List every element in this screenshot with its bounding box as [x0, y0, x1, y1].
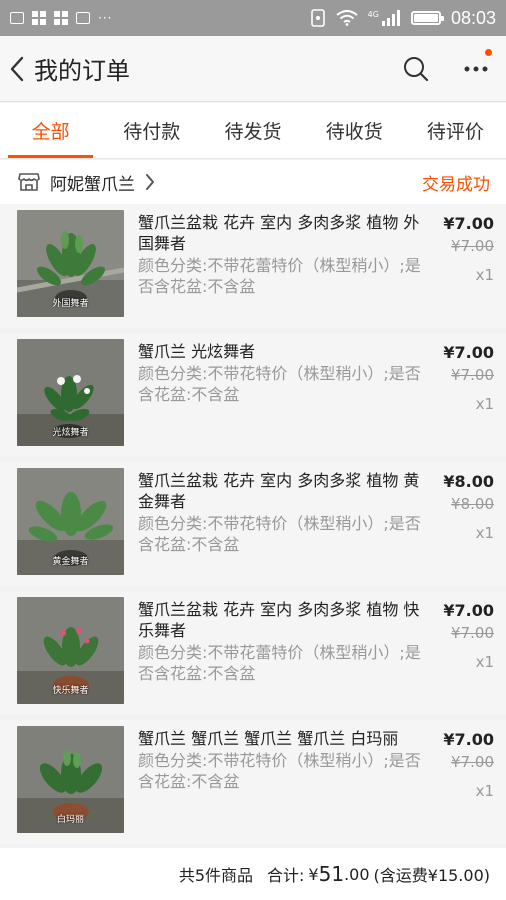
total-decimal: .00 — [344, 864, 370, 884]
product-quantity: x1 — [475, 782, 494, 800]
product-price: ¥8.00 — [443, 472, 494, 491]
product-thumbnail[interactable]: 黄金舞者 — [17, 468, 124, 575]
order-item[interactable]: 白玛丽 蟹爪兰 蟹爪兰 蟹爪兰 蟹爪兰 白玛丽 颜色分类:不带花特价（株型稍小）… — [0, 720, 506, 844]
vibrate-icon — [310, 9, 325, 27]
product-price: ¥7.00 — [443, 343, 494, 362]
product-title[interactable]: 蟹爪兰盆栽 花卉 室内 多肉多浆 植物 黄金舞者 — [138, 470, 422, 512]
thumbnail-caption: 黄金舞者 — [52, 557, 89, 567]
tab-pending-payment[interactable]: 待付款 — [101, 103, 202, 158]
product-sku: 颜色分类:不带花特价（株型稍小）;是否含花盆:不含盆 — [138, 751, 421, 791]
tab-all[interactable]: 全部 — [0, 103, 101, 158]
tab-pending-review[interactable]: 待评价 — [405, 103, 506, 158]
item-count: 共5件商品 — [178, 866, 254, 885]
more-notifications-indicator: ··· — [98, 11, 113, 25]
original-price: ¥7.00 — [451, 237, 494, 255]
thumbnail-caption: 白玛丽 — [56, 815, 84, 825]
shipping-fee: (含运费¥15.00) — [373, 866, 490, 885]
notification-dot — [485, 48, 492, 56]
original-price: ¥7.00 — [451, 366, 494, 384]
product-thumbnail[interactable]: 白玛丽 — [17, 726, 124, 833]
thumbnail-caption: 光炫舞者 — [52, 428, 89, 438]
order-item[interactable]: 黄金舞者 蟹爪兰盆栽 花卉 室内 多肉多浆 植物 黄金舞者 颜色分类:不带花特价… — [0, 462, 506, 586]
order-status: 交易成功 — [422, 174, 490, 195]
product-sku: 颜色分类:不带花蕾特价（株型稍小）;是否含花盆:不含盆 — [138, 643, 421, 683]
shop-name[interactable]: 阿妮蟹爪兰 — [50, 170, 135, 195]
battery-icon — [410, 11, 444, 25]
order-item[interactable]: 快乐舞者 蟹爪兰盆栽 花卉 室内 多肉多浆 植物 快乐舞者 颜色分类:不带花蕾特… — [0, 591, 506, 715]
search-button[interactable] — [386, 36, 446, 102]
status-bar: ··· 4G 08:03 — [0, 0, 506, 36]
search-icon — [404, 56, 429, 81]
chevron-left-icon — [10, 56, 24, 81]
chevron-right-icon — [146, 174, 154, 190]
shop-icon — [18, 173, 40, 191]
order-item[interactable]: 光炫舞者 蟹爪兰 光炫舞者 颜色分类:不带花特价（株型稍小）;是否含花盆:不含盆… — [0, 333, 506, 457]
product-thumbnail[interactable]: 外国舞者 — [17, 210, 124, 317]
product-sku: 颜色分类:不带花特价（株型稍小）;是否含花盆:不含盆 — [138, 514, 421, 554]
notification-icons: ··· — [10, 11, 112, 25]
order-item[interactable]: 外国舞者 蟹爪兰盆栽 花卉 室内 多肉多浆 植物 外国舞者 颜色分类:不带花蕾特… — [0, 204, 506, 328]
order-tabs: 全部 待付款 待发货 待收货 待评价 — [0, 103, 506, 159]
shop-header[interactable]: 阿妮蟹爪兰 交易成功 — [0, 160, 506, 204]
original-price: ¥7.00 — [451, 624, 494, 642]
network-type-label: 4G — [367, 9, 379, 19]
nav-bar: 我的订单 — [0, 36, 506, 102]
order-item-list: 外国舞者 蟹爪兰盆栽 花卉 室内 多肉多浆 植物 外国舞者 颜色分类:不带花蕾特… — [0, 204, 506, 844]
thumbnail-caption: 外国舞者 — [52, 299, 89, 309]
tab-pending-shipment[interactable]: 待发货 — [202, 103, 303, 158]
more-button[interactable] — [446, 36, 506, 102]
page-title: 我的订单 — [34, 57, 130, 85]
tab-pending-receipt[interactable]: 待收货 — [304, 103, 405, 158]
total-amount: 51 — [318, 862, 345, 886]
thumbnail-caption: 快乐舞者 — [52, 686, 89, 696]
total-currency: ¥ — [308, 864, 319, 884]
app-grid-icon — [32, 11, 46, 25]
order-summary: 共5件商品 合计: ¥ 51 .00 (含运费¥15.00) — [0, 848, 506, 900]
product-quantity: x1 — [475, 653, 494, 671]
product-sku: 颜色分类:不带花特价（株型稍小）;是否含花盆:不含盆 — [138, 364, 421, 404]
status-time: 08:03 — [450, 7, 496, 28]
app-grid-icon — [54, 11, 68, 25]
wifi-icon — [336, 10, 358, 26]
product-quantity: x1 — [475, 395, 494, 413]
image-notification-icon — [10, 12, 24, 24]
product-price: ¥7.00 — [443, 730, 494, 749]
product-quantity: x1 — [475, 524, 494, 542]
product-thumbnail[interactable]: 快乐舞者 — [17, 597, 124, 704]
product-quantity: x1 — [475, 266, 494, 284]
product-title[interactable]: 蟹爪兰盆栽 花卉 室内 多肉多浆 植物 快乐舞者 — [138, 599, 422, 641]
product-title[interactable]: 蟹爪兰盆栽 花卉 室内 多肉多浆 植物 外国舞者 — [138, 212, 422, 254]
product-sku: 颜色分类:不带花蕾特价（株型稍小）;是否含花盆:不含盆 — [138, 256, 421, 296]
product-title[interactable]: 蟹爪兰 蟹爪兰 蟹爪兰 蟹爪兰 白玛丽 — [138, 728, 422, 749]
product-price: ¥7.00 — [443, 214, 494, 233]
original-price: ¥7.00 — [451, 753, 494, 771]
message-notification-icon — [76, 12, 90, 24]
original-price: ¥8.00 — [451, 495, 494, 513]
total-label: 合计: — [267, 866, 305, 885]
product-title[interactable]: 蟹爪兰 光炫舞者 — [138, 341, 422, 362]
back-button[interactable] — [2, 36, 32, 102]
product-thumbnail[interactable]: 光炫舞者 — [17, 339, 124, 446]
product-price: ¥7.00 — [443, 601, 494, 620]
signal-strength-icon — [381, 10, 400, 26]
more-dots-icon — [464, 66, 488, 71]
